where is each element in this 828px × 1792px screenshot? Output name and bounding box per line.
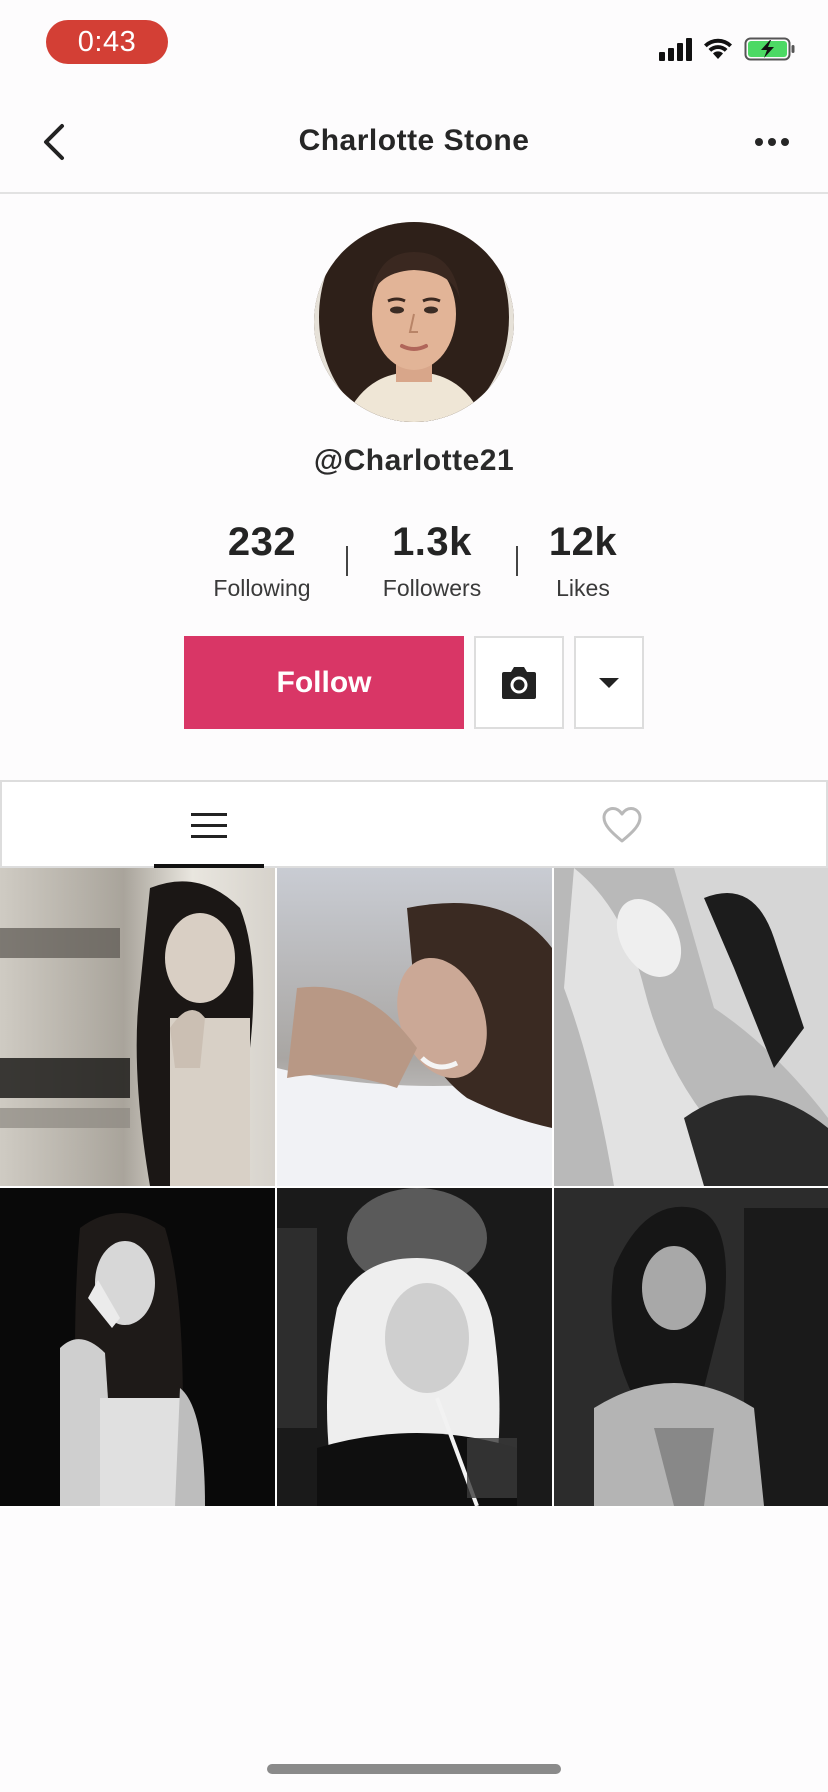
profile-screen: 0:43 Charlotte Stone @Charlotte21 232 Fo…: [0, 0, 828, 1792]
wifi-icon: [702, 37, 734, 61]
profile-username: @Charlotte21: [313, 444, 515, 477]
stat-likes[interactable]: 12k Likes: [503, 520, 663, 602]
video-grid: [0, 868, 828, 1508]
video-thumbnail[interactable]: [277, 1188, 552, 1506]
home-indicator[interactable]: [267, 1764, 561, 1774]
status-time: 0:43: [46, 20, 168, 64]
tab-liked[interactable]: [567, 782, 677, 868]
follow-button[interactable]: Follow: [184, 636, 464, 729]
battery-charging-icon: [744, 36, 796, 62]
video-thumbnail[interactable]: [277, 868, 552, 1186]
profile-stats: 232 Following 1.3k Followers 12k Likes: [0, 520, 828, 610]
profile-actions: Follow: [0, 636, 828, 730]
more-options-button[interactable]: [746, 120, 798, 164]
heart-icon: [602, 807, 642, 843]
video-thumbnail[interactable]: [0, 1188, 275, 1506]
page-title: Charlotte Stone: [298, 124, 530, 157]
tab-videos[interactable]: [154, 782, 264, 868]
stat-value: 12k: [548, 520, 618, 564]
stat-following[interactable]: 232 Following: [182, 520, 342, 602]
video-thumbnail[interactable]: [554, 868, 828, 1186]
list-icon: [191, 812, 227, 838]
camera-icon: [502, 666, 536, 699]
stat-label: Followers: [382, 575, 482, 601]
caret-down-icon: [599, 677, 619, 688]
video-thumbnail[interactable]: [554, 1188, 828, 1506]
cellular-signal-icon: [659, 37, 692, 61]
status-bar: 0:43: [0, 0, 828, 90]
stat-divider: [346, 546, 348, 576]
more-actions-dropdown-button[interactable]: [574, 636, 644, 729]
video-thumbnail[interactable]: [0, 868, 275, 1186]
camera-button[interactable]: [474, 636, 564, 729]
content-tab-bar: [0, 780, 828, 868]
stat-value: 1.3k: [392, 520, 472, 564]
stat-value: 232: [227, 520, 297, 564]
status-icons: [659, 34, 796, 64]
stat-followers[interactable]: 1.3k Followers: [352, 520, 512, 602]
navigation-header: Charlotte Stone: [0, 90, 828, 194]
stat-label: Following: [213, 575, 311, 601]
more-horizontal-icon: [755, 138, 763, 146]
avatar: [314, 222, 514, 422]
stat-label: Likes: [556, 575, 610, 601]
